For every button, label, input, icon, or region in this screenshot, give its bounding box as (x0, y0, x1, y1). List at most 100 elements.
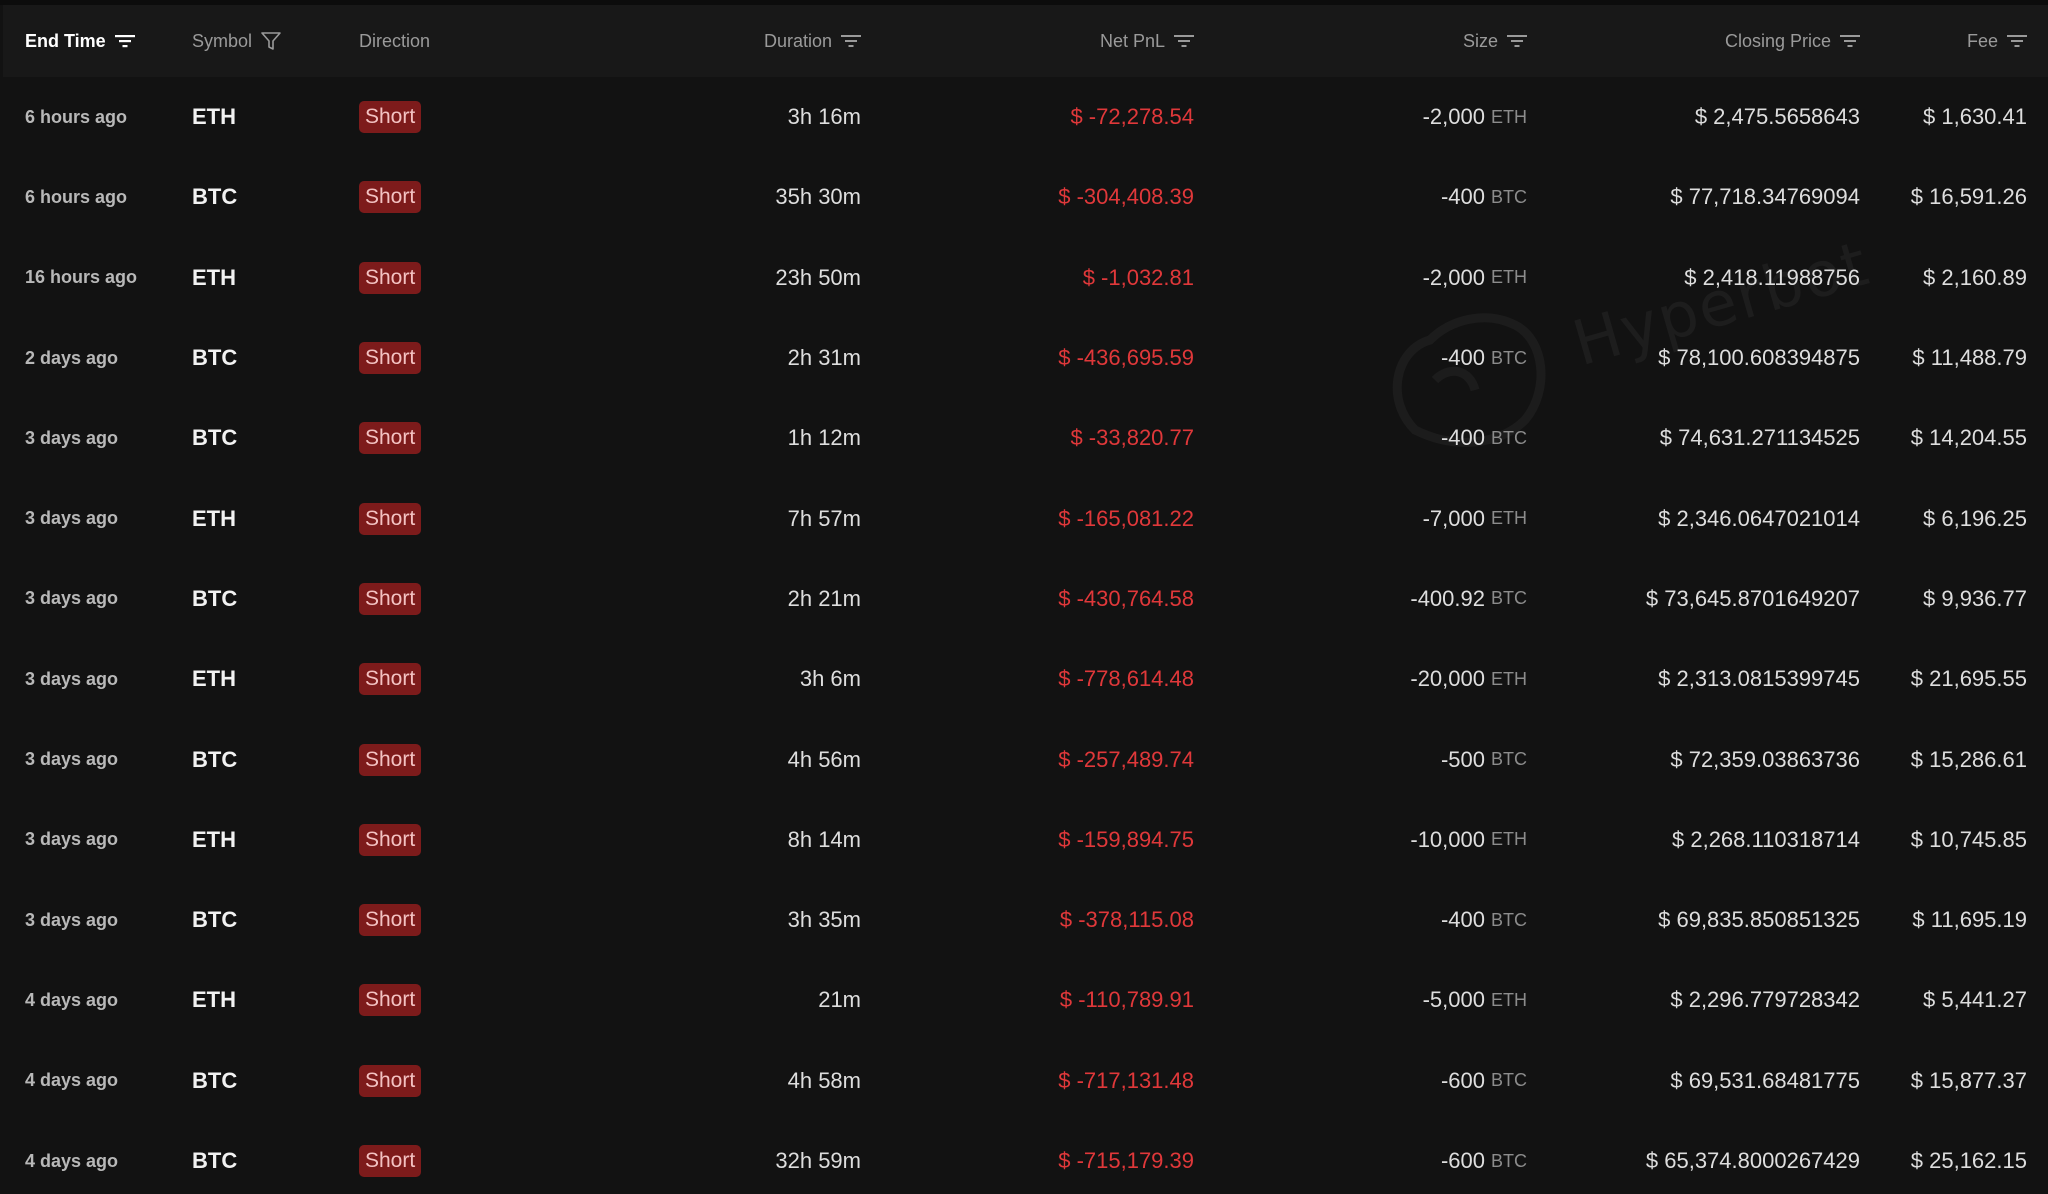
duration-cell: 1h 12m (603, 398, 861, 478)
fee-cell: $ 6,196.25 (1863, 478, 2027, 558)
symbol-cell: ETH (192, 639, 342, 719)
duration: 1h 12m (787, 425, 861, 451)
closing-price-cell: $ 2,346.0647021014 (1553, 478, 1860, 558)
header-net-pnl[interactable]: Net PnL (903, 5, 1194, 77)
end-time: 3 days ago (25, 829, 119, 850)
duration: 2h 21m (787, 585, 861, 611)
header-end-time[interactable]: End Time (25, 5, 175, 77)
size-cell: -20,000 ETH (1253, 639, 1527, 719)
fee: $ 2,160.89 (1923, 264, 2027, 290)
symbol-cell: BTC (192, 318, 342, 398)
header-fee[interactable]: Fee (1863, 5, 2027, 77)
net-pnl-cell: $ -257,489.74 (903, 719, 1194, 799)
closing-price-cell: $ 78,100.608394875 (1553, 318, 1860, 398)
header-net-pnl-label: Net PnL (1099, 30, 1165, 51)
net-pnl: $ -378,115.08 (1059, 907, 1194, 933)
symbol-cell: BTC (192, 1121, 342, 1194)
symbol[interactable]: BTC (192, 907, 237, 933)
symbol[interactable]: BTC (192, 586, 237, 612)
symbol[interactable]: ETH (192, 827, 236, 853)
table-row[interactable]: 16 hours ago ETH Short 23h 50m $ -1,032.… (3, 238, 2048, 318)
closing-price: $ 69,835.850851325 (1658, 907, 1860, 933)
symbol[interactable]: BTC (192, 747, 237, 773)
duration: 35h 30m (775, 184, 861, 210)
end-time: 16 hours ago (25, 267, 138, 288)
size-unit: ETH (1491, 989, 1527, 1010)
duration-cell: 2h 21m (603, 559, 861, 639)
fee: $ 15,286.61 (1910, 746, 2027, 772)
table-row[interactable]: 4 days ago ETH Short 21m $ -110,789.91 -… (3, 960, 2048, 1040)
end-time: 3 days ago (25, 588, 119, 609)
net-pnl-cell: $ -110,789.91 (903, 960, 1194, 1040)
closing-price: $ 77,718.34769094 (1670, 184, 1860, 210)
net-pnl-cell: $ -430,764.58 (903, 559, 1194, 639)
net-pnl: $ -257,489.74 (1058, 746, 1194, 772)
symbol[interactable]: ETH (192, 987, 236, 1013)
table-row[interactable]: 2 days ago BTC Short 2h 31m $ -436,695.5… (3, 318, 2048, 398)
end-time-cell: 4 days ago (25, 1121, 175, 1194)
symbol[interactable]: BTC (192, 1148, 237, 1174)
header-duration[interactable]: Duration (603, 5, 861, 77)
sort-icon[interactable] (1507, 33, 1527, 49)
table-row[interactable]: 3 days ago BTC Short 3h 35m $ -378,115.0… (3, 880, 2048, 960)
net-pnl-cell: $ -72,278.54 (903, 77, 1194, 157)
header-fee-label: Fee (1966, 30, 1998, 51)
direction-badge: Short (359, 342, 422, 375)
table-row[interactable]: 3 days ago BTC Short 1h 12m $ -33,820.77… (3, 398, 2048, 478)
size-unit: BTC (1491, 1070, 1527, 1091)
closing-price-cell: $ 77,718.34769094 (1553, 157, 1860, 237)
size-value: -400 (1440, 907, 1485, 933)
duration: 21m (818, 987, 861, 1013)
table-row[interactable]: 3 days ago ETH Short 7h 57m $ -165,081.2… (3, 478, 2048, 558)
table-row[interactable]: 4 days ago BTC Short 4h 58m $ -717,131.4… (3, 1041, 2048, 1121)
symbol[interactable]: ETH (192, 666, 236, 692)
header-size[interactable]: Size (1253, 5, 1527, 77)
symbol-cell: ETH (192, 77, 342, 157)
table-row[interactable]: 3 days ago ETH Short 3h 6m $ -778,614.48… (3, 639, 2048, 719)
size-cell: -2,000 ETH (1253, 77, 1527, 157)
net-pnl-cell: $ -715,179.39 (903, 1121, 1194, 1194)
header-symbol[interactable]: Symbol (192, 5, 342, 77)
sort-icon[interactable] (114, 33, 135, 49)
duration: 3h 16m (787, 104, 861, 130)
symbol[interactable]: ETH (192, 506, 236, 532)
table-row[interactable]: 4 days ago BTC Short 32h 59m $ -715,179.… (3, 1121, 2048, 1194)
closing-price: $ 74,631.271134525 (1659, 425, 1860, 451)
symbol[interactable]: BTC (192, 345, 237, 371)
size-value: -2,000 (1422, 104, 1485, 130)
fee-cell: $ 16,591.26 (1863, 157, 2027, 237)
size-unit: BTC (1491, 347, 1527, 368)
symbol[interactable]: BTC (192, 1068, 237, 1094)
fee-cell: $ 2,160.89 (1863, 238, 2027, 318)
fee-cell: $ 15,877.37 (1863, 1041, 2027, 1121)
direction-cell: Short (359, 398, 509, 478)
sort-icon[interactable] (2007, 33, 2027, 49)
fee: $ 16,591.26 (1910, 184, 2027, 210)
symbol[interactable]: ETH (192, 104, 236, 130)
table-row[interactable]: 6 hours ago BTC Short 35h 30m $ -304,408… (3, 157, 2048, 237)
fee: $ 5,441.27 (1923, 987, 2027, 1013)
header-closing-price-label: Closing Price (1724, 30, 1831, 51)
fee: $ 15,877.37 (1910, 1067, 2027, 1093)
table-row[interactable]: 3 days ago ETH Short 8h 14m $ -159,894.7… (3, 800, 2048, 880)
direction-badge: Short (359, 101, 422, 134)
filter-icon[interactable] (261, 31, 281, 51)
symbol[interactable]: BTC (192, 184, 237, 210)
table-row[interactable]: 3 days ago BTC Short 4h 56m $ -257,489.7… (3, 719, 2048, 799)
duration-cell: 32h 59m (603, 1121, 861, 1194)
end-time-cell: 3 days ago (25, 478, 175, 558)
duration-cell: 3h 6m (603, 639, 861, 719)
sort-icon[interactable] (841, 33, 861, 49)
direction-cell: Short (359, 719, 509, 799)
sort-icon[interactable] (1840, 33, 1860, 49)
table-row[interactable]: 3 days ago BTC Short 2h 21m $ -430,764.5… (3, 559, 2048, 639)
symbol[interactable]: BTC (192, 425, 237, 451)
symbol[interactable]: ETH (192, 265, 236, 291)
table-row[interactable]: 6 hours ago ETH Short 3h 16m $ -72,278.5… (3, 77, 2048, 157)
symbol-cell: BTC (192, 398, 342, 478)
size-unit: ETH (1491, 508, 1527, 529)
net-pnl: $ -778,614.48 (1058, 666, 1194, 692)
header-closing-price[interactable]: Closing Price (1553, 5, 1860, 77)
sort-icon[interactable] (1174, 33, 1194, 49)
fee-cell: $ 5,441.27 (1863, 960, 2027, 1040)
